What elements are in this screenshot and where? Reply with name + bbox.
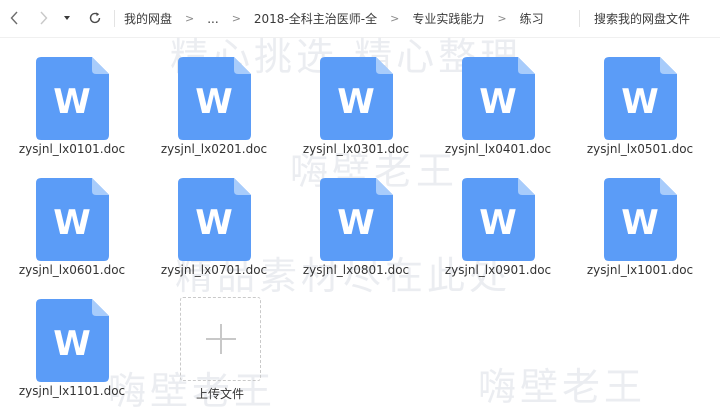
plus-icon: [205, 324, 236, 354]
file-name: zysjnl_lx0501.doc: [586, 142, 694, 156]
file-name: zysjnl_lx0701.doc: [160, 263, 268, 277]
refresh-icon: [89, 12, 101, 24]
forward-button[interactable]: [33, 8, 53, 28]
toolbar-divider: [579, 10, 580, 27]
breadcrumb-item-subject[interactable]: 专业实践能力: [412, 10, 484, 27]
chevron-left-icon: [10, 11, 18, 25]
word-glyph: W: [53, 324, 91, 364]
file-item[interactable]: Wzysjnl_lx0801.doc: [302, 158, 420, 277]
file-item[interactable]: Wzysjnl_lx0501.doc: [586, 37, 704, 156]
word-glyph: W: [195, 203, 233, 243]
file-name: zysjnl_lx0901.doc: [444, 263, 552, 277]
caret-down-icon: [64, 16, 70, 20]
breadcrumb-separator: >: [231, 12, 241, 25]
file-name: zysjnl_lx0401.doc: [444, 142, 552, 156]
file-name: zysjnl_lx1101.doc: [18, 384, 126, 398]
word-glyph: W: [53, 203, 91, 243]
file-item[interactable]: Wzysjnl_lx0101.doc: [18, 37, 136, 156]
file-grid: Wzysjnl_lx0101.doc Wzysjnl_lx0201.doc Wzys…: [0, 37, 720, 414]
refresh-button[interactable]: [85, 8, 105, 28]
upload-label: 上传文件: [195, 387, 244, 401]
toolbar: 我的网盘 > ... > 2018-全科主治医师-全 > 专业实践能力 > 练习…: [0, 0, 720, 38]
file-item[interactable]: Wzysjnl_lx1001.doc: [586, 158, 704, 277]
file-name: zysjnl_lx1001.doc: [586, 263, 694, 277]
file-item[interactable]: Wzysjnl_lx1101.doc: [18, 279, 136, 398]
file-name: zysjnl_lx0601.doc: [18, 263, 126, 277]
word-doc-icon: W: [36, 299, 109, 382]
breadcrumb-item-my-drive[interactable]: 我的网盘: [124, 10, 172, 27]
file-item[interactable]: Wzysjnl_lx0301.doc: [302, 37, 420, 156]
breadcrumb-separator: >: [497, 12, 507, 25]
word-glyph: W: [53, 82, 91, 122]
word-doc-icon: W: [462, 57, 535, 140]
file-name: zysjnl_lx0201.doc: [160, 142, 268, 156]
file-name: zysjnl_lx0801.doc: [302, 263, 410, 277]
word-doc-icon: W: [36, 178, 109, 261]
breadcrumb-item-current[interactable]: 练习: [520, 10, 544, 27]
word-glyph: W: [621, 203, 659, 243]
file-item[interactable]: Wzysjnl_lx0901.doc: [444, 158, 562, 277]
word-doc-icon: W: [320, 178, 393, 261]
word-doc-icon: W: [178, 57, 251, 140]
toolbar-divider: [114, 10, 115, 27]
breadcrumb-item-ellipsis[interactable]: ...: [207, 12, 218, 26]
word-doc-icon: W: [604, 178, 677, 261]
file-item[interactable]: Wzysjnl_lx0701.doc: [160, 158, 278, 277]
word-glyph: W: [479, 82, 517, 122]
word-glyph: W: [337, 82, 375, 122]
word-glyph: W: [479, 203, 517, 243]
word-doc-icon: W: [462, 178, 535, 261]
chevron-right-icon: [40, 11, 48, 25]
word-doc-icon: W: [36, 57, 109, 140]
word-doc-icon: W: [320, 57, 393, 140]
back-button[interactable]: [5, 8, 25, 28]
breadcrumb-separator: >: [390, 12, 400, 25]
word-glyph: W: [621, 82, 659, 122]
file-name: zysjnl_lx0301.doc: [302, 142, 410, 156]
file-item[interactable]: Wzysjnl_lx0201.doc: [160, 37, 278, 156]
upload-button[interactable]: [180, 297, 261, 381]
word-doc-icon: W: [178, 178, 251, 261]
word-doc-icon: W: [604, 57, 677, 140]
file-name: zysjnl_lx0101.doc: [18, 142, 126, 156]
breadcrumb-item-course[interactable]: 2018-全科主治医师-全: [254, 10, 377, 27]
breadcrumb-separator: >: [185, 12, 195, 25]
search-input[interactable]: 搜索我的网盘文件: [594, 0, 690, 37]
breadcrumb: 我的网盘 > ... > 2018-全科主治医师-全 > 专业实践能力 > 练习: [124, 0, 544, 37]
history-dropdown-button[interactable]: [57, 8, 77, 28]
file-item[interactable]: Wzysjnl_lx0601.doc: [18, 158, 136, 277]
word-glyph: W: [337, 203, 375, 243]
file-item[interactable]: Wzysjnl_lx0401.doc: [444, 37, 562, 156]
word-glyph: W: [195, 82, 233, 122]
